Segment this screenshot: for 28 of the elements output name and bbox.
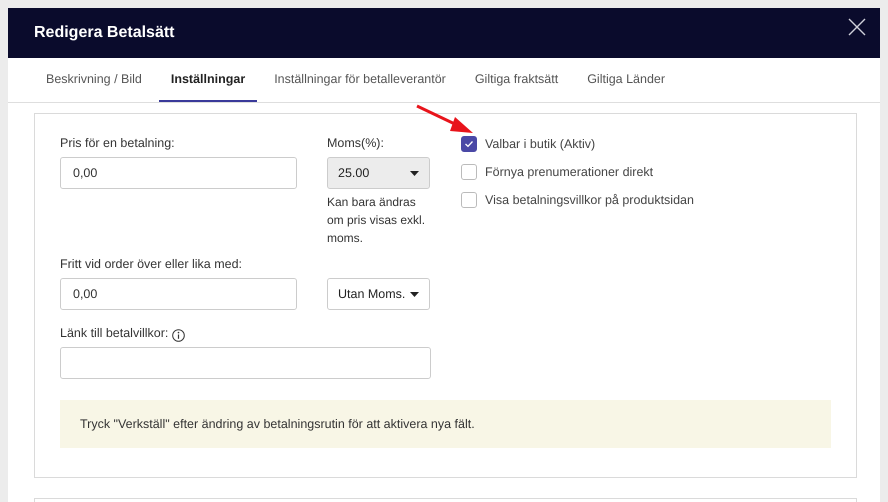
checkmark-icon — [464, 140, 474, 148]
field-label: Pris för en betalning: — [60, 136, 175, 151]
tab[interactable]: Inställningar — [158, 58, 258, 102]
tax-select[interactable]: Utan Moms. — [327, 278, 430, 310]
help-text: Kan bara ändras om pris visas exkl. moms. — [327, 194, 426, 247]
tab[interactable]: Inställningar för betalleverantör — [262, 58, 458, 102]
field-label: Länk till betalvillkor: — [60, 326, 168, 341]
tab[interactable]: Giltiga fraktsätt — [462, 58, 570, 102]
checkbox[interactable] — [461, 164, 477, 180]
checkbox-label: Förnya prenumerationer direkt — [485, 165, 654, 179]
checkbox[interactable] — [461, 136, 477, 152]
input-field[interactable] — [60, 347, 431, 379]
annotation-arrow — [415, 104, 475, 136]
tab[interactable]: Giltiga Länder — [575, 58, 678, 102]
close-icon[interactable] — [848, 18, 866, 36]
info-icon[interactable] — [172, 329, 186, 342]
checkbox[interactable] — [461, 192, 477, 208]
input-field[interactable]: 0,00 — [60, 157, 297, 189]
caret-icon — [410, 170, 419, 176]
dialog-title: Redigera Betalsätt — [34, 24, 174, 42]
checkbox-label: Visa betalningsvillkor på produktsidan — [485, 193, 694, 207]
tab[interactable]: Beskrivning / Bild — [34, 58, 154, 102]
field-label: Fritt vid order över eller lika med: — [60, 257, 242, 272]
checkbox-label: Valbar i butik (Aktiv) — [485, 137, 596, 151]
caret-icon — [410, 292, 419, 296]
field-label: Moms(%): — [327, 136, 384, 151]
input-field[interactable]: 0,00 — [60, 278, 297, 310]
notice-banner: Tryck "Verkställ" efter ändring av betalningsrutin för att aktivera nya fält. — [60, 400, 831, 448]
